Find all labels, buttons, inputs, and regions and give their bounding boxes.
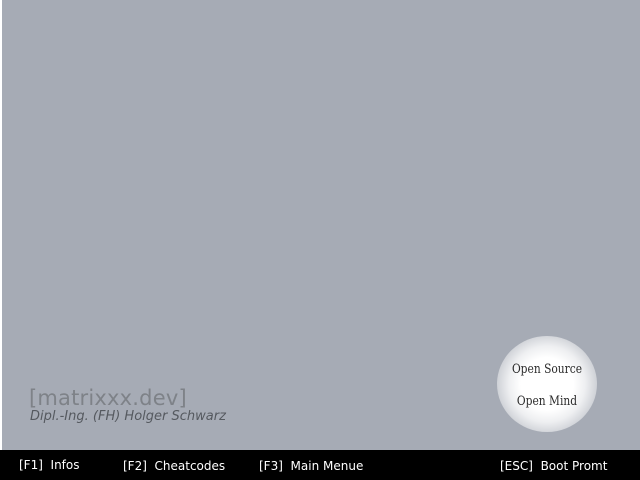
- boot-screen-background: [matrixxx.dev] Dipl.-Ing. (FH) Holger Sc…: [0, 0, 640, 450]
- badge-line-open-source: Open Source: [511, 362, 583, 377]
- f3-main-menue-key[interactable]: [F3] Main Menue: [259, 459, 363, 473]
- esc-boot-promt-key[interactable]: [ESC] Boot Promt: [500, 459, 607, 473]
- function-key-bar: [F1] Infos [F2] Cheatcodes [F3] Main Men…: [0, 450, 640, 480]
- left-edge-line: [0, 0, 2, 450]
- brand-title: [matrixxx.dev]: [29, 386, 187, 410]
- badge-line-open-mind: Open Mind: [516, 394, 578, 409]
- f1-infos-key[interactable]: [F1] Infos: [19, 458, 80, 472]
- f2-cheatcodes-key[interactable]: [F2] Cheatcodes: [123, 459, 225, 473]
- open-source-badge-logo: Open Source Open Mind: [497, 336, 597, 432]
- author-name: Dipl.-Ing. (FH) Holger Schwarz: [30, 409, 226, 424]
